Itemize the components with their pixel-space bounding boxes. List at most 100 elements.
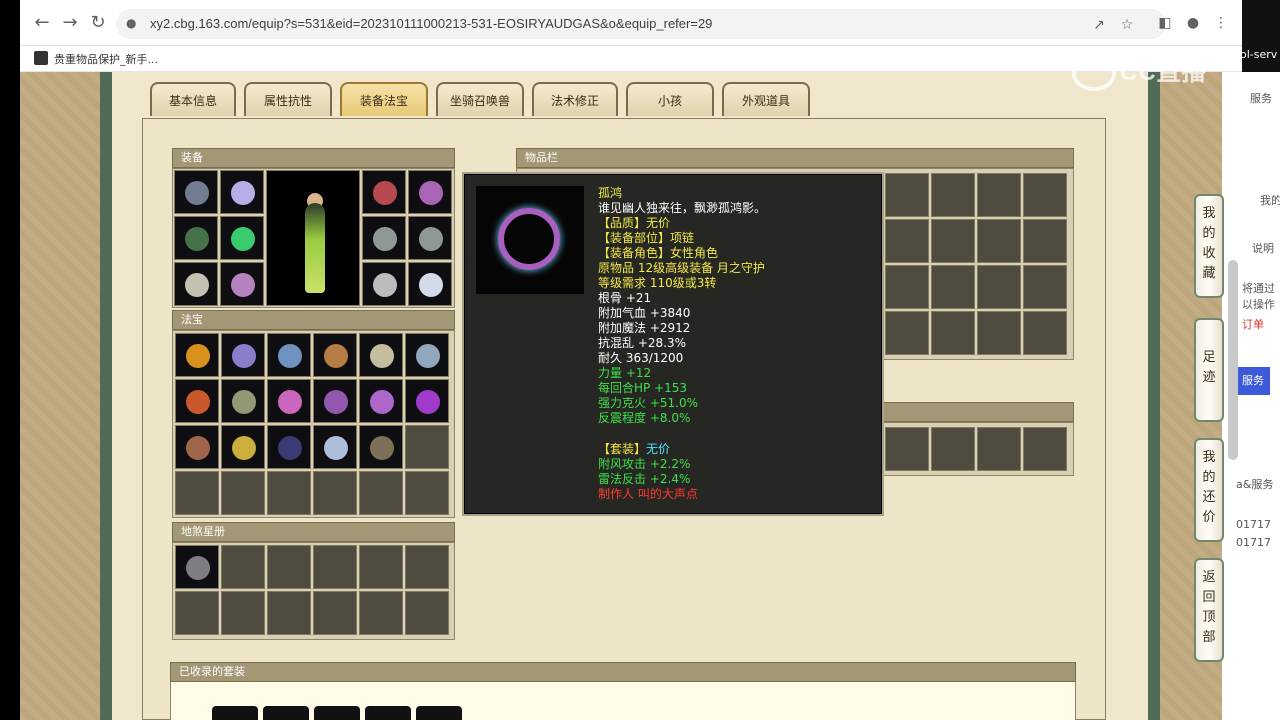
tab-appearance[interactable]: 外观道具 <box>722 82 810 116</box>
equipment-slot-weapon[interactable] <box>220 170 264 214</box>
treasure-slot-empty[interactable] <box>267 471 311 515</box>
treasure-slot[interactable] <box>313 333 357 377</box>
treasure-slot[interactable] <box>313 425 357 469</box>
back-to-top-button[interactable]: 返 回 顶 部 <box>1194 558 1224 662</box>
collected-set-item[interactable] <box>314 706 360 720</box>
star-book-slot-empty[interactable] <box>221 591 265 635</box>
tab-child[interactable]: 小孩 <box>626 82 714 116</box>
inventory-slot[interactable] <box>1023 173 1067 217</box>
star-icon[interactable]: ☆ <box>1118 16 1136 34</box>
inventory-slot[interactable] <box>1023 311 1067 355</box>
back-icon[interactable]: ← <box>32 13 52 33</box>
my-favorites-button[interactable]: 我 的 收 藏 <box>1194 194 1224 298</box>
equipment-slot-orb[interactable] <box>408 262 452 306</box>
collected-set-item[interactable] <box>365 706 411 720</box>
scrollbar[interactable] <box>1228 260 1238 460</box>
treasure-slot[interactable] <box>267 333 311 377</box>
star-book-slot-empty[interactable] <box>359 591 403 635</box>
storage-slot[interactable] <box>977 427 1021 471</box>
storage-slot[interactable] <box>1023 427 1067 471</box>
equipment-slot-blade[interactable] <box>174 216 218 260</box>
inventory-slot[interactable] <box>977 173 1021 217</box>
inventory-slot[interactable] <box>931 265 975 309</box>
star-book-slot-empty[interactable] <box>175 591 219 635</box>
storage-slot[interactable] <box>931 427 975 471</box>
url-text[interactable]: xy2.cbg.163.com/equip?s=531&eid=20231011… <box>150 16 712 31</box>
treasure-slot[interactable] <box>221 333 265 377</box>
treasure-slot[interactable] <box>175 379 219 423</box>
star-book-grid <box>172 542 455 640</box>
treasure-slot[interactable] <box>405 379 449 423</box>
footprints-button[interactable]: 足 迹 <box>1194 318 1224 422</box>
treasure-slot[interactable] <box>359 379 403 423</box>
tab-basic-info[interactable]: 基本信息 <box>150 82 236 116</box>
treasure-slot[interactable] <box>221 425 265 469</box>
inventory-slot[interactable] <box>1023 265 1067 309</box>
inventory-slot[interactable] <box>885 173 929 217</box>
my-counteroffers-button[interactable]: 我 的 还 价 <box>1194 438 1224 542</box>
inventory-header: 物品栏 <box>516 148 1074 168</box>
equipment-slot-bracelet[interactable] <box>362 262 406 306</box>
equipment-slot-armor[interactable] <box>220 216 264 260</box>
treasure-slot[interactable] <box>175 425 219 469</box>
menu-icon[interactable]: ⋮ <box>1212 14 1230 32</box>
star-book-slot-empty[interactable] <box>221 545 265 589</box>
inventory-slot[interactable] <box>931 173 975 217</box>
treasure-slot-empty[interactable] <box>313 471 357 515</box>
treasure-slot-empty[interactable] <box>405 471 449 515</box>
storage-slot[interactable] <box>885 427 929 471</box>
tab-mounts-pets[interactable]: 坐骑召唤兽 <box>436 82 524 116</box>
treasure-slot-empty[interactable] <box>359 471 403 515</box>
equipment-slot-helmet[interactable] <box>174 170 218 214</box>
treasure-slot[interactable] <box>221 379 265 423</box>
inventory-slot[interactable] <box>931 219 975 263</box>
equipment-slot-ring[interactable] <box>408 216 452 260</box>
equipment-slot-ring[interactable] <box>362 216 406 260</box>
equipment-slot-accessory[interactable] <box>174 262 218 306</box>
address-bar[interactable]: ● xy2.cbg.163.com/equip?s=531&eid=202310… <box>116 9 1166 39</box>
collected-set-item[interactable] <box>263 706 309 720</box>
star-book-slot-empty[interactable] <box>313 591 357 635</box>
inventory-slot[interactable] <box>885 311 929 355</box>
tab-attributes[interactable]: 属性抗性 <box>244 82 332 116</box>
tab-equipment[interactable]: 装备法宝 <box>340 82 428 116</box>
star-book-slot-empty[interactable] <box>267 545 311 589</box>
reload-icon[interactable]: ↻ <box>88 13 108 33</box>
treasure-slot[interactable] <box>405 333 449 377</box>
equipment-slot-mask[interactable] <box>362 170 406 214</box>
star-book-slot-empty[interactable] <box>313 545 357 589</box>
treasure-slot-empty[interactable] <box>221 471 265 515</box>
inventory-slot[interactable] <box>977 219 1021 263</box>
collected-set-item[interactable] <box>212 706 258 720</box>
treasure-slot-empty[interactable] <box>405 425 449 469</box>
treasure-slot[interactable] <box>313 379 357 423</box>
share-icon[interactable]: ↗ <box>1090 16 1108 34</box>
treasure-slot[interactable] <box>267 379 311 423</box>
bookmark-favicon-icon <box>34 51 48 65</box>
star-book-slot-empty[interactable] <box>405 545 449 589</box>
inventory-slot[interactable] <box>977 311 1021 355</box>
inventory-slot[interactable] <box>1023 219 1067 263</box>
profile-icon[interactable]: ● <box>1184 14 1202 32</box>
treasure-slot-empty[interactable] <box>175 471 219 515</box>
inventory-slot[interactable] <box>885 219 929 263</box>
inventory-slot[interactable] <box>977 265 1021 309</box>
forward-icon[interactable]: → <box>60 13 80 33</box>
treasure-slot[interactable] <box>359 333 403 377</box>
equipment-slot-boots[interactable] <box>220 262 264 306</box>
star-book-slot[interactable] <box>175 545 219 589</box>
treasure-slot[interactable] <box>267 425 311 469</box>
sidepanel-icon[interactable]: ◧ <box>1156 14 1174 32</box>
inventory-slot[interactable] <box>931 311 975 355</box>
fragment-text: 将通过 <box>1242 282 1275 295</box>
star-book-slot-empty[interactable] <box>267 591 311 635</box>
tab-spell-correction[interactable]: 法术修正 <box>532 82 618 116</box>
star-book-slot-empty[interactable] <box>359 545 403 589</box>
star-book-slot-empty[interactable] <box>405 591 449 635</box>
bookmark-item[interactable]: 贵重物品保护_新手... <box>54 51 158 67</box>
inventory-slot[interactable] <box>885 265 929 309</box>
treasure-slot[interactable] <box>175 333 219 377</box>
treasure-slot[interactable] <box>359 425 403 469</box>
equipment-slot-necklace[interactable] <box>408 170 452 214</box>
collected-set-item[interactable] <box>416 706 462 720</box>
